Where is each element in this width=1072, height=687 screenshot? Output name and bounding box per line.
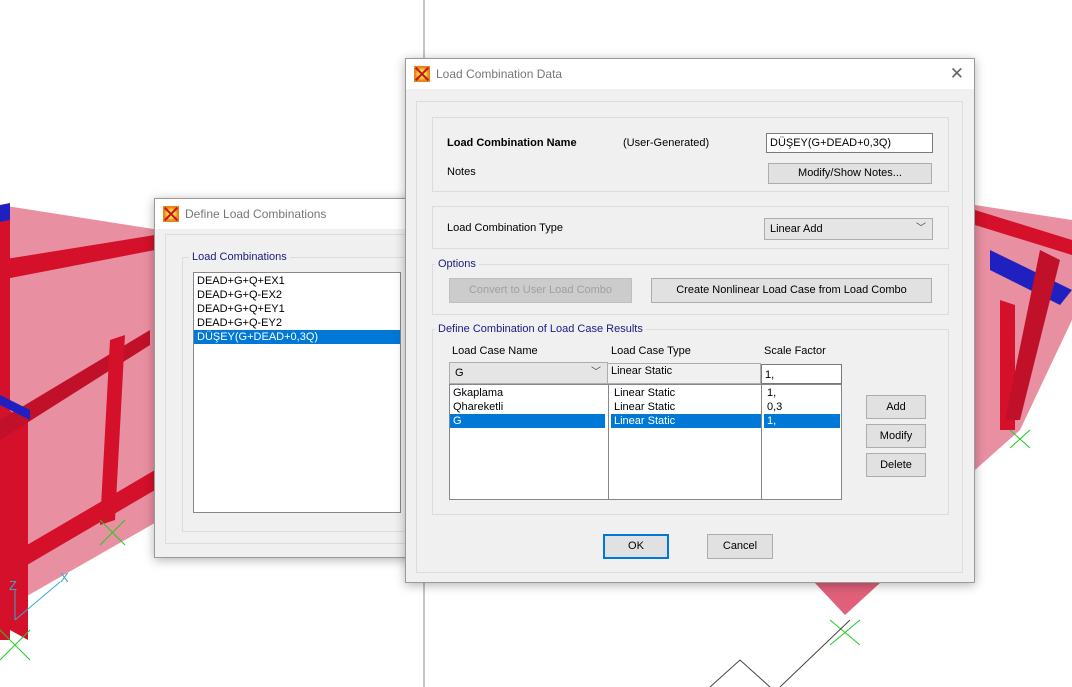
combination-list-item[interactable]: DEAD+G+Q+EX1 [194, 274, 400, 288]
load-case-name-select[interactable]: G ﹀ [449, 362, 608, 384]
load-case-type-field: Linear Static [608, 363, 761, 384]
cell-name: G [450, 414, 605, 428]
scale-factor-input[interactable]: 1, [761, 364, 842, 384]
table-row[interactable]: G Linear Static 1, [450, 414, 841, 428]
load-case-results-table[interactable]: Gkaplama Linear Static 1, Qhareketli Linear … [449, 384, 842, 500]
axis-x-label: X [60, 570, 69, 585]
cell-type: Linear Static [614, 401, 676, 413]
dialog-title: Load Combination Data [436, 67, 563, 81]
combination-list-item[interactable]: DÜŞEY(G+DEAD+0,3Q) [194, 330, 400, 344]
cell-scale: 0,3 [767, 401, 783, 413]
options-label: Options [435, 258, 479, 270]
results-label: Define Combination of Load Case Results [435, 323, 646, 335]
cell-scale: 1, [764, 414, 840, 428]
chevron-down-icon: ﹀ [591, 367, 601, 378]
combination-name-input[interactable]: DÜŞEY(G+DEAD+0,3Q) [766, 133, 933, 153]
title-bar: Load Combination Data ✕ [406, 59, 974, 89]
load-case-name-value: G [455, 367, 464, 379]
modify-show-notes-button[interactable]: Modify/Show Notes... [768, 163, 932, 184]
title-bar: Define Load Combinations [155, 199, 433, 229]
name-source: (User-Generated) [623, 137, 710, 149]
delete-button[interactable]: Delete [866, 453, 926, 477]
left-structure [0, 203, 160, 661]
cell-scale: 1, [767, 387, 777, 399]
combination-list-item[interactable]: DEAD+G+Q-EX2 [194, 288, 400, 302]
combination-list-item[interactable]: DEAD+G+Q-EY2 [194, 316, 400, 330]
col-header-scale: Scale Factor [764, 345, 826, 357]
chevron-down-icon: ﹀ [916, 223, 926, 234]
combination-type-select[interactable]: Linear Add ﹀ [764, 218, 933, 240]
table-row[interactable]: Gkaplama Linear Static 1, [450, 386, 841, 400]
cell-type: Linear Static [611, 414, 761, 428]
notes-label: Notes [447, 166, 476, 178]
table-row[interactable]: Qhareketli Linear Static 0,3 [450, 400, 841, 414]
col-header-type: Load Case Type [611, 345, 691, 357]
cell-type: Linear Static [614, 387, 676, 399]
type-value: Linear Add [770, 223, 823, 235]
type-label: Load Combination Type [447, 222, 563, 234]
cell-name: Qhareketli [453, 401, 504, 413]
modify-button[interactable]: Modify [866, 424, 926, 448]
axis-z-label: Z [9, 578, 17, 593]
close-icon[interactable]: ✕ [950, 64, 964, 84]
name-label: Load Combination Name [447, 137, 577, 149]
app-logo-icon [414, 66, 430, 82]
load-combination-data-dialog: Load Combination Data ✕ Load Combination… [405, 58, 975, 583]
cancel-button[interactable]: Cancel [707, 534, 773, 559]
app-logo-icon [163, 206, 179, 222]
load-combinations-list[interactable]: DEAD+G+Q+EX1 DEAD+G+Q-EX2 DEAD+G+Q+EY1 DEAD… [193, 272, 401, 513]
cell-name: Gkaplama [453, 387, 504, 399]
group-label: Load Combinations [189, 251, 290, 263]
ok-button[interactable]: OK [603, 534, 669, 559]
create-nonlinear-case-button[interactable]: Create Nonlinear Load Case from Load Com… [651, 278, 932, 303]
define-load-combinations-dialog: Define Load Combinations Load Combinatio… [154, 198, 434, 558]
col-header-name: Load Case Name [452, 345, 538, 357]
add-button[interactable]: Add [866, 395, 926, 419]
convert-to-user-combo-button: Convert to User Load Combo [449, 278, 632, 303]
combination-list-item[interactable]: DEAD+G+Q+EY1 [194, 302, 400, 316]
dialog-title: Define Load Combinations [185, 207, 327, 221]
